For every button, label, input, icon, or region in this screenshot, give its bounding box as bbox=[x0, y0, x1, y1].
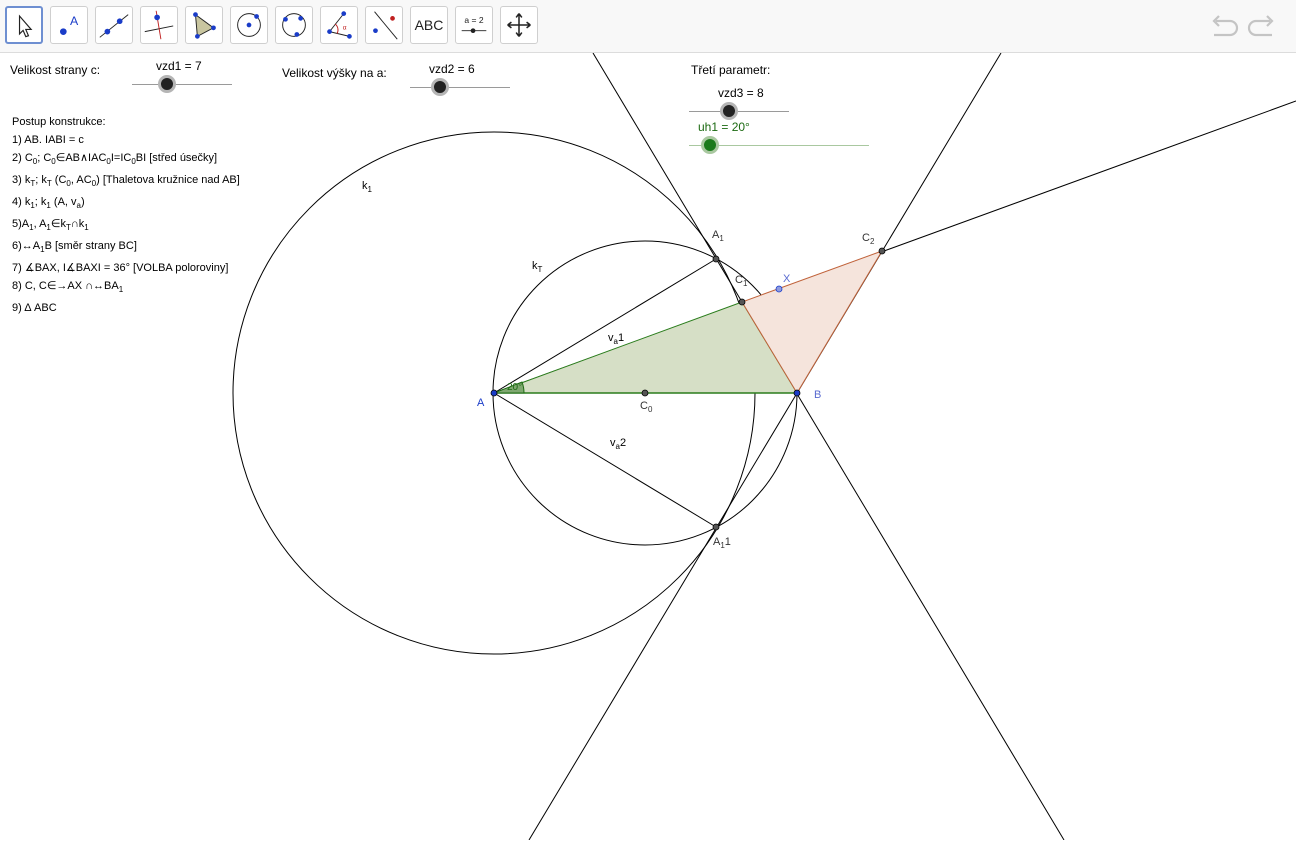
label-kT: kT bbox=[532, 260, 543, 274]
slider-c-caption: Velikost strany c: bbox=[10, 63, 101, 77]
point-tool-button[interactable]: A bbox=[50, 6, 88, 44]
step-1: 1) AB. IABI = c bbox=[12, 134, 84, 146]
slider-third-track[interactable] bbox=[689, 111, 789, 112]
perpendicular-line-tool-icon bbox=[144, 10, 174, 40]
text-tool-button[interactable]: ABC bbox=[410, 6, 448, 44]
label-k1: k1 bbox=[362, 180, 372, 194]
point-c0[interactable] bbox=[641, 389, 649, 397]
steps-title: Postup konstrukce: bbox=[12, 116, 106, 128]
point-a1[interactable] bbox=[712, 255, 720, 263]
label-angle: 20° bbox=[507, 382, 523, 393]
label-b: B bbox=[814, 389, 822, 401]
construction-steps: Postup konstrukce: 1) AB. IABI = c 2) C0… bbox=[12, 113, 240, 317]
slider-va-caption: Velikost výšky na a: bbox=[282, 66, 387, 80]
redo-button[interactable] bbox=[1246, 10, 1278, 42]
angle-tool-button[interactable]: α bbox=[320, 6, 358, 44]
label-c0: C0 bbox=[640, 400, 653, 414]
point-tool-icon: A bbox=[60, 14, 79, 35]
circle-center-point-tool-button[interactable] bbox=[230, 6, 268, 44]
move-graphics-view-tool-icon bbox=[507, 13, 531, 37]
line-tool-icon bbox=[99, 14, 129, 38]
step-5: 5)A1, A1∈kT∩k1 bbox=[12, 218, 89, 232]
toolbar: A α ABC a = 2 bbox=[0, 0, 1296, 53]
perpendicular-line-tool-button[interactable] bbox=[140, 6, 178, 44]
segment-va2[interactable] bbox=[493, 392, 717, 528]
label-a1: A1 bbox=[712, 229, 724, 243]
redo-icon bbox=[1247, 15, 1274, 37]
point-a11[interactable] bbox=[712, 523, 720, 531]
circle-three-points-tool-button[interactable] bbox=[275, 6, 313, 44]
slider-tool-label: a = 2 bbox=[464, 15, 483, 25]
line-tool-button[interactable] bbox=[95, 6, 133, 44]
step-8: 8) C, C∈→AX ∩↔BA1 bbox=[12, 280, 124, 294]
slider-va-knob[interactable] bbox=[431, 78, 449, 96]
line-a1-b[interactable] bbox=[592, 52, 1065, 841]
step-4: 4) k1; k1 (A, va) bbox=[12, 196, 85, 210]
point-a[interactable] bbox=[490, 389, 498, 397]
move-tool-button[interactable] bbox=[5, 6, 43, 44]
label-a11: A11 bbox=[713, 536, 731, 550]
slider-tool-button[interactable]: a = 2 bbox=[455, 6, 493, 44]
move-tool-icon bbox=[18, 14, 33, 38]
slider-angle-label: uh1 = 20° bbox=[698, 120, 750, 134]
step-3: 3) kT; kT (C0, AC0) [Thaletova kružnice … bbox=[12, 174, 240, 188]
point-x[interactable] bbox=[775, 285, 783, 293]
slider-third-label: vzd3 = 8 bbox=[718, 86, 764, 100]
step-2: 2) C0; C0∈AB∧IAC0I=IC0BI [střed úsečky] bbox=[12, 152, 218, 166]
slider-c-track[interactable] bbox=[132, 84, 232, 85]
point-tool-letter: A bbox=[70, 14, 79, 28]
slider-third-knob[interactable] bbox=[720, 102, 738, 120]
point-c1[interactable] bbox=[738, 298, 746, 306]
text-tool-icon: ABC bbox=[414, 17, 444, 33]
label-va2: va2 bbox=[610, 437, 627, 451]
label-c1: C1 bbox=[735, 274, 748, 288]
angle-tool-icon: α bbox=[327, 11, 352, 39]
step-6: 6)↔A1B [směr strany BC] bbox=[12, 240, 137, 254]
slider-angle-knob[interactable] bbox=[701, 136, 719, 154]
reflect-tool-button[interactable] bbox=[365, 6, 403, 44]
point-c2[interactable] bbox=[878, 247, 886, 255]
step-7: 7) ∡BAX, I∡BAXI = 36° [VOLBA poloroviny] bbox=[12, 262, 229, 274]
point-b[interactable] bbox=[793, 389, 801, 397]
slider-c-knob[interactable] bbox=[158, 75, 176, 93]
circle-center-point-tool-icon bbox=[237, 13, 261, 37]
slider-va-label: vzd2 = 6 bbox=[429, 62, 475, 76]
move-graphics-view-tool-button[interactable] bbox=[500, 6, 538, 44]
step-9: 9) Δ ABC bbox=[12, 302, 57, 314]
reflect-tool-icon bbox=[373, 11, 398, 40]
undo-icon bbox=[1212, 15, 1239, 37]
slider-c-label: vzd1 = 7 bbox=[156, 59, 202, 73]
slider-tool-icon: a = 2 bbox=[461, 15, 487, 34]
label-c2: C2 bbox=[862, 232, 875, 246]
slider-va-track[interactable] bbox=[410, 87, 510, 88]
polygon-tool-button[interactable] bbox=[185, 6, 223, 44]
label-va1: va1 bbox=[608, 332, 625, 346]
polygon-tool-icon bbox=[193, 12, 216, 39]
label-a: A bbox=[477, 397, 485, 409]
circle-three-points-tool-icon bbox=[282, 13, 306, 37]
slider-third-caption: Třetí parametr: bbox=[691, 63, 771, 77]
svg-text:α: α bbox=[343, 25, 347, 32]
line-a11-b[interactable] bbox=[528, 52, 1002, 841]
undo-button[interactable] bbox=[1208, 10, 1240, 42]
label-x: X bbox=[783, 273, 791, 285]
